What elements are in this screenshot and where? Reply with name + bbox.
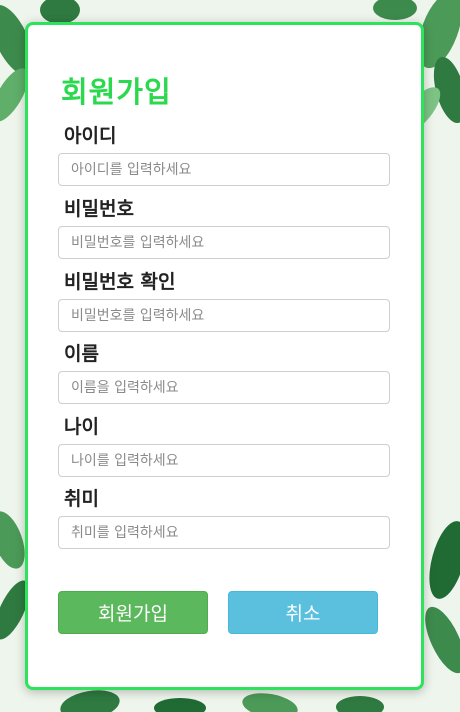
id-input[interactable]: [58, 153, 390, 186]
age-input[interactable]: [58, 444, 390, 477]
signup-card: 회원가입 아이디 비밀번호 비밀번호 확인 이름 나이 취미 회원가입 취소: [25, 22, 424, 690]
cancel-button[interactable]: 취소: [228, 591, 378, 634]
password-input[interactable]: [58, 226, 390, 259]
name-input[interactable]: [58, 371, 390, 404]
hobby-input[interactable]: [58, 516, 390, 549]
password-label: 비밀번호: [64, 198, 134, 220]
password-confirm-label: 비밀번호 확인: [64, 271, 176, 293]
signup-button[interactable]: 회원가입: [58, 591, 208, 634]
name-label: 이름: [64, 343, 99, 365]
password-confirm-input[interactable]: [58, 299, 390, 332]
age-label: 나이: [64, 416, 99, 438]
id-label: 아이디: [64, 125, 117, 147]
hobby-label: 취미: [64, 488, 99, 510]
page-title: 회원가입: [61, 75, 172, 109]
